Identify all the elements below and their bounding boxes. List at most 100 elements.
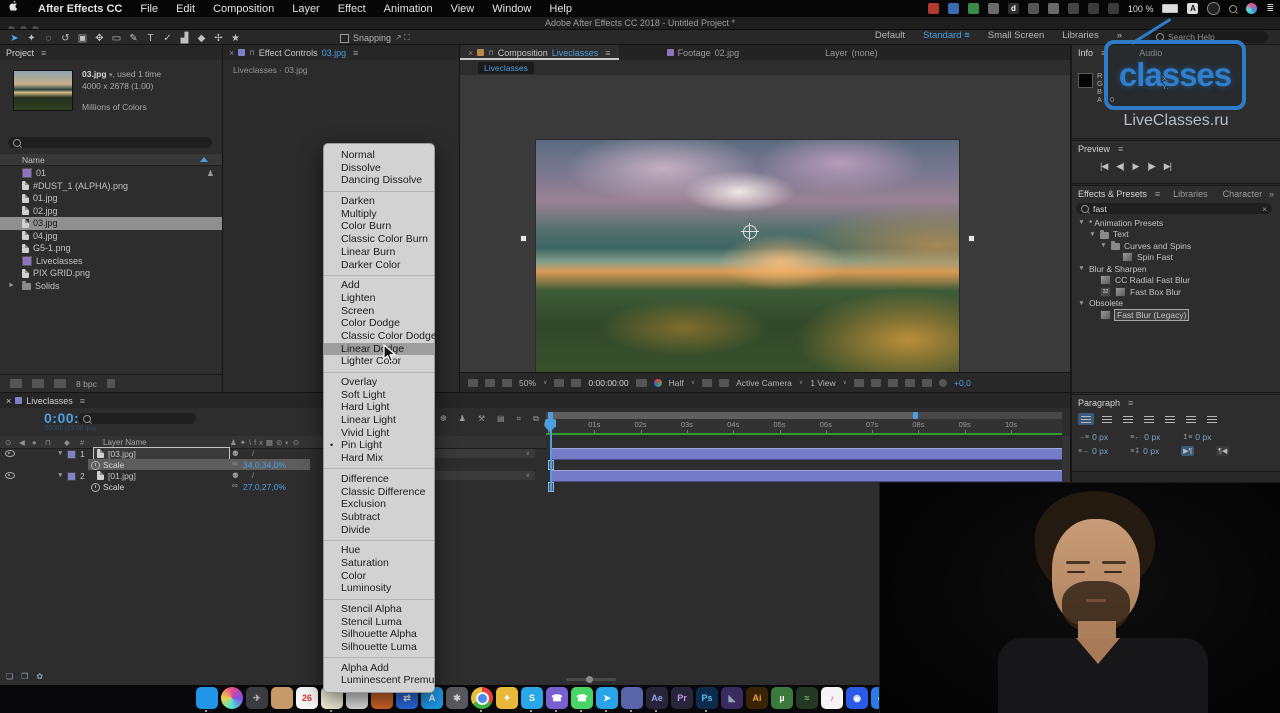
- twirl-icon[interactable]: ▼: [1078, 300, 1085, 307]
- effects-search-box[interactable]: fast ×: [1076, 203, 1272, 214]
- lock-icon[interactable]: ⊓: [249, 49, 254, 57]
- panel-menu-icon[interactable]: ≡: [353, 48, 358, 58]
- monitor-icon[interactable]: [485, 379, 495, 387]
- lock-column-icon[interactable]: ⊓: [45, 438, 51, 447]
- dock-cleanmymac-icon[interactable]: ✦: [496, 687, 518, 709]
- space-after-field[interactable]: ≡↧0 px: [1130, 446, 1159, 456]
- align-button-5[interactable]: [1183, 413, 1199, 425]
- layer-row-1[interactable]: ▼ 1 [03.jpg] ⚉ / None∨: [0, 448, 546, 459]
- prev-frame-button[interactable]: ◀|: [1116, 161, 1123, 172]
- breadcrumb[interactable]: Liveclasses: [478, 62, 534, 74]
- fast-previews-icon[interactable]: [888, 379, 898, 387]
- blend-mode-classic-color-dodge[interactable]: Classic Color Dodge: [324, 330, 434, 343]
- blend-mode-linear-dodge[interactable]: Linear Dodge: [324, 343, 434, 356]
- blend-mode-normal[interactable]: Normal: [324, 149, 434, 162]
- layer-handle-left[interactable]: [520, 235, 527, 242]
- blend-mode-color[interactable]: Color: [324, 570, 434, 583]
- menu-effect[interactable]: Effect: [329, 3, 375, 15]
- twirl-icon[interactable]: ▼: [1100, 242, 1107, 249]
- sort-arrow-icon[interactable]: [200, 157, 208, 162]
- spotlight-icon[interactable]: [1229, 5, 1237, 13]
- align-button-2[interactable]: [1120, 413, 1136, 425]
- project-item-02-jpg[interactable]: 02.jpg: [0, 205, 222, 218]
- blend-mode-add[interactable]: Add: [324, 279, 434, 292]
- blend-mode-pin-light[interactable]: •Pin Light: [324, 439, 434, 452]
- airplay-icon[interactable]: [1048, 3, 1059, 14]
- roto-brush-tool-icon[interactable]: ✢: [210, 33, 227, 44]
- channel-icon[interactable]: [654, 379, 662, 387]
- new-composition-icon[interactable]: [54, 379, 66, 388]
- align-button-6[interactable]: [1204, 413, 1220, 425]
- effects-tree-item-fast-blur-legacy-[interactable]: Fast Blur (Legacy): [1072, 309, 1280, 321]
- hand-tool-icon[interactable]: ✦: [23, 33, 40, 44]
- align-button-3[interactable]: [1141, 413, 1157, 425]
- project-item-solids[interactable]: ►Solids: [0, 280, 222, 293]
- indent-right-field[interactable]: ≡←0 px: [1130, 432, 1160, 442]
- effects-tree-item-fast-box-blur[interactable]: 32Fast Box Blur: [1072, 286, 1280, 298]
- menu-animation[interactable]: Animation: [375, 3, 442, 15]
- dock-preferences-icon[interactable]: ✱: [446, 687, 468, 709]
- tab-effects-presets[interactable]: Effects & Presets: [1078, 189, 1147, 199]
- dock-whatsapp-icon[interactable]: ☎: [571, 687, 593, 709]
- dock-viber-icon[interactable]: ☎: [546, 687, 568, 709]
- tab-libraries[interactable]: Libraries: [1173, 189, 1208, 199]
- panel-menu-icon[interactable]: ≡: [80, 396, 85, 406]
- project-item-liveclasses[interactable]: Liveclasses: [0, 255, 222, 268]
- space-before-field[interactable]: ↥≡0 px: [1182, 432, 1211, 442]
- blend-mode-hard-mix[interactable]: Hard Mix: [324, 452, 434, 465]
- effects-tree-item-blur-sharpen[interactable]: ▼Blur & Sharpen: [1072, 263, 1280, 275]
- panel-menu-icon[interactable]: ≡: [605, 48, 610, 58]
- more-tabs-icon[interactable]: »: [1269, 189, 1274, 199]
- menu-view[interactable]: View: [442, 3, 484, 15]
- blend-mode-luminosity[interactable]: Luminosity: [324, 582, 434, 595]
- effects-tree-item-obsolete[interactable]: ▼Obsolete: [1072, 298, 1280, 310]
- play-button[interactable]: ▶: [1133, 161, 1139, 172]
- project-search-box[interactable]: [8, 137, 212, 148]
- workspace-small-screen[interactable]: Small Screen: [988, 30, 1045, 41]
- blend-mode-color-burn[interactable]: Color Burn: [324, 220, 434, 233]
- layer-name[interactable]: [03.jpg]: [108, 449, 136, 459]
- safe-margins-icon[interactable]: [554, 379, 564, 387]
- blend-mode-multiply[interactable]: Multiply: [324, 208, 434, 221]
- reset-exposure-icon[interactable]: [939, 379, 947, 387]
- dock-siri-icon[interactable]: [221, 687, 243, 709]
- project-item-03-jpg[interactable]: 03.jpg: [0, 217, 222, 230]
- project-item-pix-grid-png[interactable]: PIX GRID.png: [0, 267, 222, 280]
- dock-telegram-icon[interactable]: ➤: [596, 687, 618, 709]
- effects-tree-item-cc-radial-fast-blur[interactable]: CC Radial Fast Blur: [1072, 275, 1280, 287]
- dock-photoshop-icon[interactable]: Ps: [696, 687, 718, 709]
- tab-info[interactable]: Info: [1078, 48, 1093, 58]
- workspace-default[interactable]: Default: [875, 30, 905, 41]
- blend-mode-subtract[interactable]: Subtract: [324, 511, 434, 524]
- project-bit-depth[interactable]: 8 bpc: [76, 379, 97, 389]
- blend-mode-exclusion[interactable]: Exclusion: [324, 498, 434, 511]
- scale-value[interactable]: 27,0,27,0%: [243, 482, 286, 492]
- twirl-icon[interactable]: ▼: [57, 450, 63, 457]
- effects-tree-item-text[interactable]: ▼Text: [1072, 229, 1280, 241]
- blend-mode-classic-color-burn[interactable]: Classic Color Burn: [324, 233, 434, 246]
- dual-monitor-icon[interactable]: [502, 379, 512, 387]
- layer-bar-1[interactable]: [552, 448, 1062, 460]
- tab-project[interactable]: Project: [6, 48, 34, 58]
- stopwatch-icon[interactable]: [91, 461, 100, 470]
- stopwatch-icon[interactable]: [91, 483, 100, 492]
- menu-file[interactable]: File: [131, 3, 167, 15]
- blend-mode-lighter-color[interactable]: Lighter Color: [324, 355, 434, 368]
- switches-columns-icons[interactable]: ♟✦\fx▦⊘◐⊙: [230, 438, 302, 447]
- brush-tool-icon[interactable]: ✓: [159, 33, 176, 44]
- dimension-link-icon[interactable]: ∞: [232, 459, 238, 468]
- composition-canvas[interactable]: [460, 75, 1070, 372]
- twirl-icon[interactable]: ▼: [1078, 219, 1085, 226]
- dock-security-icon[interactable]: ◉: [846, 687, 868, 709]
- blend-mode-darken[interactable]: Darken: [324, 195, 434, 208]
- dock-chrome-icon[interactable]: [471, 687, 493, 709]
- lock-icon[interactable]: ⊓: [488, 49, 493, 57]
- property-name[interactable]: Scale: [103, 460, 124, 470]
- tab-character[interactable]: Character: [1223, 189, 1263, 199]
- blend-mode-silhouette-luma[interactable]: Silhouette Luma: [324, 641, 434, 654]
- twirl-icon[interactable]: ▼: [57, 472, 63, 479]
- user-icon[interactable]: [1207, 2, 1220, 15]
- dock-finder-icon[interactable]: [196, 687, 218, 709]
- go-to-start-button[interactable]: |◀: [1100, 161, 1107, 172]
- dock-premiere-icon[interactable]: Pr: [671, 687, 693, 709]
